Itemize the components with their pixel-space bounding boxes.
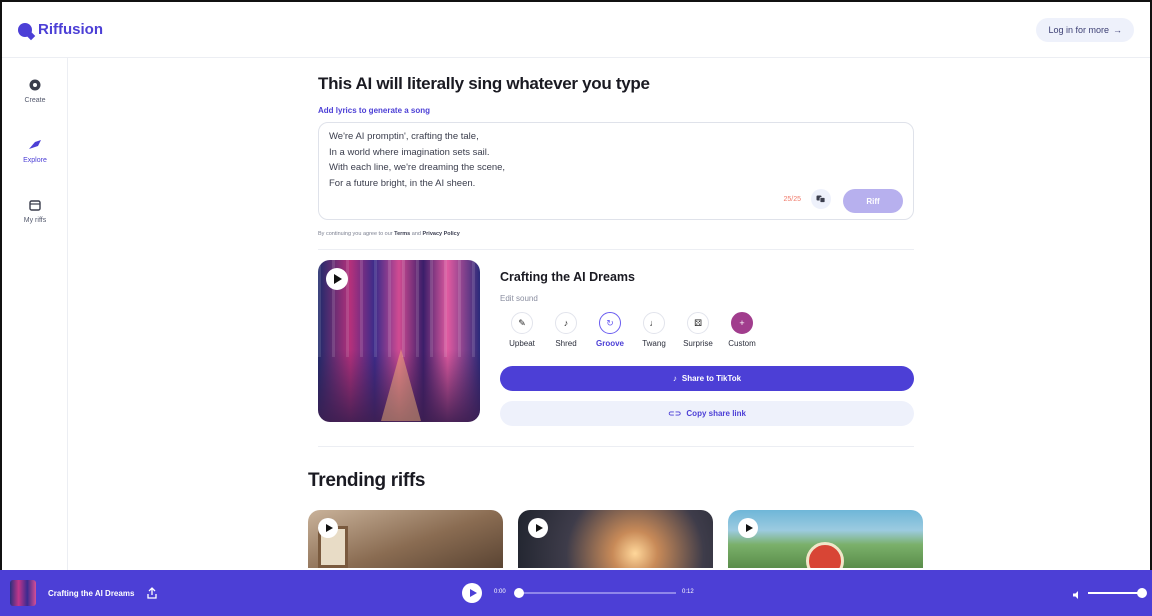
- surprise-icon: ⚄: [687, 312, 709, 334]
- style-upbeat[interactable]: ✎ Upbeat: [500, 312, 544, 348]
- dice-icon: [816, 195, 826, 203]
- card-play-button[interactable]: [528, 518, 548, 538]
- style-label: Upbeat: [509, 339, 535, 348]
- upbeat-icon: ✎: [511, 312, 533, 334]
- trending-card[interactable]: [308, 510, 503, 568]
- play-icon: [325, 524, 333, 532]
- play-icon: [535, 524, 543, 532]
- page-title: This AI will literally sing whatever you…: [318, 74, 650, 93]
- terms-link[interactable]: Terms: [394, 231, 410, 237]
- cover-play-button[interactable]: [326, 268, 348, 290]
- card-artwork-ball: [806, 542, 844, 568]
- player-bar: Crafting the AI Dreams 0:00 0:12: [0, 570, 1152, 616]
- terms-and: and: [411, 231, 421, 237]
- explore-icon: [28, 138, 42, 152]
- brand-name: Riffusion: [38, 21, 103, 38]
- lyrics-text[interactable]: We're AI promptin', crafting the tale, I…: [329, 129, 505, 191]
- song-cover-image[interactable]: [318, 260, 480, 422]
- sidebar-item-label: Explore: [23, 157, 47, 164]
- sound-style-options: ✎ Upbeat ♪ Shred ↻ Groove ♩ Twang ⚄ Surp…: [500, 312, 764, 348]
- trending-card[interactable]: [518, 510, 713, 568]
- style-custom[interactable]: + Custom: [720, 312, 764, 348]
- style-label: Shred: [555, 339, 577, 348]
- top-bar: Riffusion Log in for more →: [2, 2, 1150, 58]
- riffusion-logo[interactable]: Riffusion: [18, 21, 103, 38]
- copy-share-link-label: Copy share link: [686, 409, 746, 418]
- lyrics-input[interactable]: We're AI promptin', crafting the tale, I…: [318, 122, 914, 220]
- login-label: Log in for more: [1048, 24, 1109, 35]
- progress-handle[interactable]: [514, 588, 524, 598]
- volume-icon[interactable]: [1072, 587, 1082, 599]
- divider: [318, 446, 914, 447]
- terms-notice: By continuing you agree to our Terms and…: [318, 231, 460, 237]
- sidebar-item-label: My riffs: [23, 217, 47, 224]
- trending-card[interactable]: [728, 510, 923, 568]
- cover-artwork-detail: [380, 349, 421, 422]
- edit-sound-label: Edit sound: [500, 294, 538, 303]
- privacy-policy-link[interactable]: Privacy Policy: [423, 231, 460, 237]
- card-play-button[interactable]: [318, 518, 338, 538]
- player-title[interactable]: Crafting the AI Dreams: [48, 589, 134, 598]
- main-content: This AI will literally sing whatever you…: [68, 58, 1150, 570]
- volume-handle[interactable]: [1137, 588, 1147, 598]
- sidebar-item-explore[interactable]: Explore: [2, 124, 68, 178]
- groove-icon: ↻: [599, 312, 621, 334]
- share-tiktok-button[interactable]: ♪ Share to TikTok: [500, 366, 914, 391]
- style-label: Twang: [642, 339, 666, 348]
- style-shred[interactable]: ♪ Shred: [544, 312, 588, 348]
- link-icon: ⊂⊃: [668, 409, 682, 418]
- duration: 0:12: [682, 589, 694, 595]
- terms-prefix: By continuing you agree to our: [318, 231, 393, 237]
- style-groove[interactable]: ↻ Groove: [588, 312, 632, 348]
- player-play-button[interactable]: [462, 583, 482, 603]
- random-lyrics-button[interactable]: [811, 189, 831, 209]
- card-play-button[interactable]: [738, 518, 758, 538]
- share-tiktok-label: Share to TikTok: [681, 374, 742, 383]
- twang-icon: ♩: [643, 312, 665, 334]
- logo-icon: [18, 22, 32, 37]
- char-count: 25/25: [783, 196, 801, 203]
- song-title: Crafting the AI Dreams: [500, 270, 635, 284]
- trending-heading: Trending riffs: [308, 470, 426, 491]
- create-icon: [28, 78, 42, 92]
- style-label: Surprise: [683, 339, 713, 348]
- plus-icon: +: [731, 312, 753, 334]
- shred-icon: ♪: [555, 312, 577, 334]
- sidebar-item-my-riffs[interactable]: My riffs: [2, 184, 68, 238]
- style-label: Groove: [595, 339, 624, 348]
- progress-bar[interactable]: [518, 592, 676, 594]
- sidebar-item-create[interactable]: Create: [2, 64, 68, 118]
- play-icon: [334, 274, 342, 284]
- my-riffs-icon: [28, 198, 42, 212]
- style-surprise[interactable]: ⚄ Surprise: [676, 312, 720, 348]
- riff-button[interactable]: Riff: [843, 189, 903, 213]
- lyrics-label: Add lyrics to generate a song: [318, 106, 431, 115]
- divider: [318, 249, 914, 250]
- play-icon: [469, 589, 477, 597]
- style-label: Custom: [728, 339, 756, 348]
- player-thumbnail[interactable]: [10, 580, 36, 606]
- volume-slider[interactable]: [1088, 592, 1140, 594]
- tiktok-icon: ♪: [672, 374, 677, 383]
- current-time: 0:00: [494, 589, 506, 595]
- sidebar: Create Explore My riffs: [2, 58, 68, 570]
- login-button[interactable]: Log in for more →: [1036, 17, 1134, 42]
- sidebar-item-label: Create: [24, 97, 46, 104]
- share-icon[interactable]: [146, 587, 158, 599]
- arrow-right-icon: →: [1113, 24, 1122, 35]
- style-twang[interactable]: ♩ Twang: [632, 312, 676, 348]
- copy-share-link-button[interactable]: ⊂⊃ Copy share link: [500, 401, 914, 426]
- play-icon: [745, 524, 753, 532]
